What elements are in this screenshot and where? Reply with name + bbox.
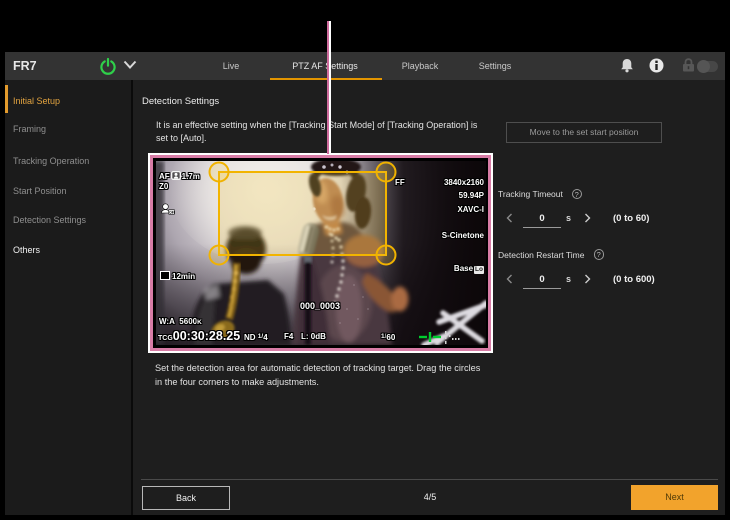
svg-text:OFF: OFF bbox=[169, 210, 175, 214]
